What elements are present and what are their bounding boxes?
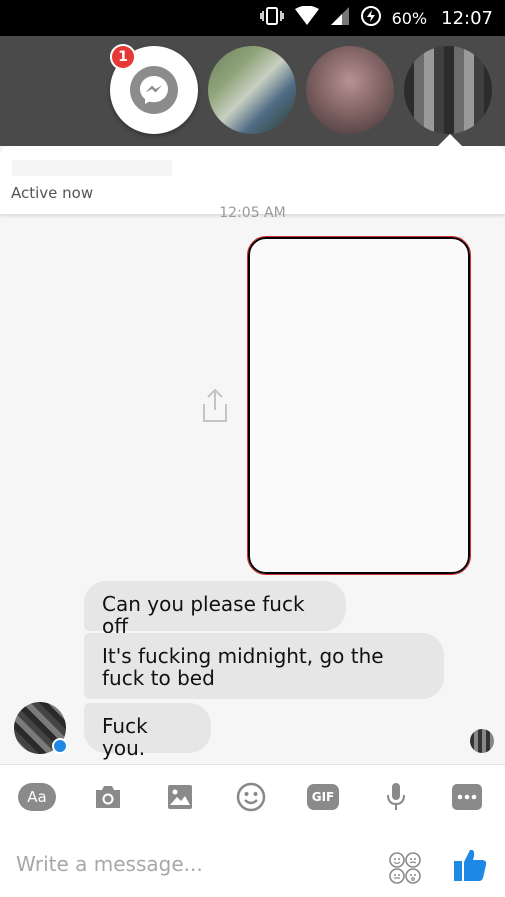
gif-button[interactable]: GIF <box>307 784 339 810</box>
battery-percent: 60% <box>391 8 428 28</box>
messenger-chat-head[interactable]: 1 <box>110 44 198 134</box>
more-icon[interactable] <box>452 784 482 810</box>
wifi-icon <box>294 5 320 31</box>
unread-badge: 1 <box>110 44 136 70</box>
shared-image-message[interactable] <box>247 236 471 575</box>
composer: Aa GIF <box>0 764 505 897</box>
share-icon[interactable] <box>198 386 232 424</box>
image-icon[interactable] <box>162 781 198 813</box>
conversation-header: Active now <box>0 146 505 214</box>
battery-saver-icon <box>360 5 382 32</box>
camera-icon[interactable] <box>90 781 126 813</box>
message-input[interactable] <box>16 849 346 879</box>
chat-head-contact-1[interactable] <box>208 46 296 134</box>
chat-head-contact-2[interactable] <box>306 46 394 134</box>
like-icon[interactable] <box>452 846 488 884</box>
vibrate-icon <box>259 6 284 31</box>
chat-heads-bar: 1 <box>0 36 505 146</box>
message-timestamp: 12:05 AM <box>219 205 286 221</box>
contact-name-redacted <box>12 160 172 176</box>
messenger-badge-icon <box>52 738 68 754</box>
signal-icon <box>330 6 350 31</box>
microphone-icon[interactable] <box>378 781 414 813</box>
message-bubble[interactable]: Fuck you. <box>84 703 211 759</box>
status-bar: 60% 12:07 <box>0 0 505 36</box>
stickers-icon[interactable] <box>388 851 422 885</box>
message-bubble[interactable]: It's fucking midnight, go the fuck to be… <box>84 633 444 699</box>
message-bubble[interactable]: Can you please fuck off <box>84 581 346 637</box>
text-format-button[interactable]: Aa <box>18 783 56 811</box>
composer-toolbar: Aa GIF <box>0 765 505 829</box>
active-status: Active now <box>11 184 94 202</box>
active-head-caret <box>438 134 462 146</box>
chat-head-contact-3[interactable] <box>404 46 492 134</box>
seen-indicator-avatar <box>470 729 494 753</box>
clock: 12:07 <box>441 7 493 29</box>
emoji-icon[interactable] <box>233 781 269 813</box>
messenger-icon <box>130 66 178 114</box>
status-icons: 60% 12:07 <box>259 0 493 36</box>
message-input-row <box>0 829 505 897</box>
